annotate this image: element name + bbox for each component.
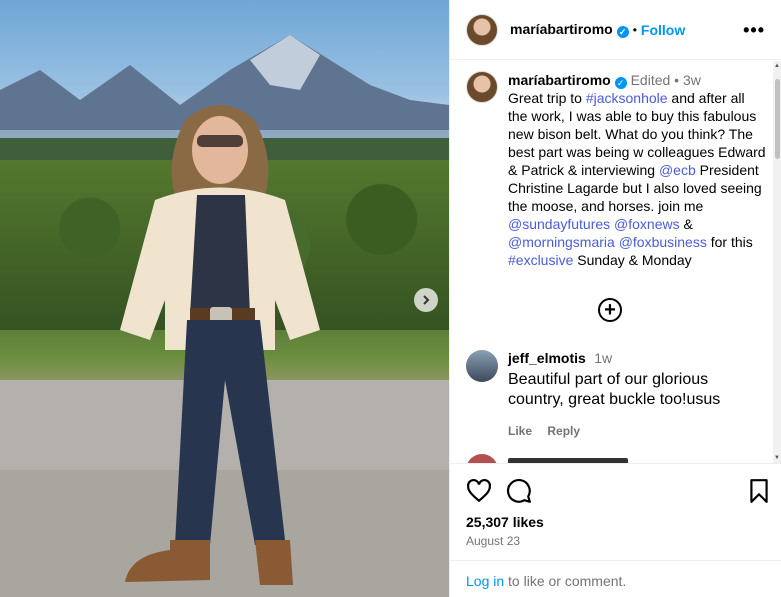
- caption-text: maríabartiromo ✓ Edited • 3w Great trip t…: [508, 71, 766, 269]
- chevron-right-icon: [423, 295, 430, 305]
- time-separator: •: [670, 72, 683, 88]
- add-icon[interactable]: +: [598, 298, 622, 322]
- comments-scrollbar[interactable]: ▲ ▼: [773, 61, 781, 463]
- hashtag-jacksonhole[interactable]: #jacksonhole: [586, 90, 668, 106]
- mention-foxbusiness[interactable]: @foxbusiness: [619, 234, 707, 250]
- author-avatar[interactable]: [466, 13, 498, 46]
- post-date[interactable]: August 23: [466, 534, 520, 548]
- action-icons: [466, 478, 768, 504]
- commenter-username[interactable]: jeff_elmotis: [508, 350, 586, 366]
- author-username-text[interactable]: maríabartiromo: [510, 21, 613, 37]
- likes-count[interactable]: 25,307 likes: [466, 514, 544, 530]
- next-commenter-avatar[interactable]: [466, 454, 498, 463]
- comment-reply-button[interactable]: Reply: [547, 424, 580, 438]
- comment-actions: Like Reply: [508, 424, 766, 438]
- post-header: maríabartiromo ✓ • Follow •••: [450, 0, 781, 60]
- caption-time[interactable]: 3w: [683, 72, 701, 88]
- separator-dot: •: [632, 22, 637, 37]
- mention-sundayfutures[interactable]: @sundayfutures: [508, 216, 610, 232]
- caption-avatar[interactable]: [466, 71, 498, 103]
- person-figure: [120, 105, 320, 585]
- mention-morningsmaria[interactable]: @morningsmaria: [508, 234, 615, 250]
- comment-body: jeff_elmotis 1w Beautiful part of our gl…: [508, 350, 766, 438]
- mention-foxnews[interactable]: @foxnews: [614, 216, 680, 232]
- edited-label: Edited: [630, 72, 671, 88]
- commenter-avatar[interactable]: [466, 350, 498, 382]
- verified-icon: ✓: [616, 26, 629, 38]
- hashtag-exclusive[interactable]: #exclusive: [508, 252, 573, 268]
- bookmark-icon[interactable]: [746, 478, 772, 504]
- verified-icon: ✓: [614, 77, 627, 89]
- author-username[interactable]: maríabartiromo ✓: [510, 21, 629, 38]
- comment-text: Beautiful part of our glorious country, …: [508, 371, 721, 408]
- login-link[interactable]: Log in: [466, 573, 504, 589]
- caption-text-5: for this: [706, 234, 753, 250]
- scroll-up-arrow[interactable]: ▲: [774, 63, 780, 69]
- login-prompt-text: to like or comment.: [504, 573, 627, 589]
- more-icon[interactable]: •••: [743, 20, 765, 41]
- post-actions: 25,307 likes August 23 Log in to like or…: [450, 463, 781, 597]
- comments-area: maríabartiromo ✓ Edited • 3w Great trip t…: [450, 61, 781, 463]
- comment-time[interactable]: 1w: [594, 350, 612, 366]
- scroll-thumb[interactable]: [775, 79, 780, 159]
- caption-text-1: Great trip to: [508, 90, 586, 106]
- post-photo: [0, 0, 449, 597]
- scroll-down-arrow[interactable]: ▼: [774, 455, 780, 461]
- next-photo-button[interactable]: [414, 288, 438, 312]
- caption-text-6: Sunday & Monday: [573, 252, 692, 268]
- post-side-panel: maríabartiromo ✓ • Follow ••• maríabartir…: [449, 0, 781, 597]
- login-prompt: Log in to like or comment.: [450, 560, 781, 597]
- comment-icon[interactable]: [506, 478, 532, 504]
- comment-like-button[interactable]: Like: [508, 424, 532, 438]
- caption-text-4: &: [679, 216, 693, 232]
- comment-item: jeff_elmotis 1w Beautiful part of our gl…: [466, 350, 766, 438]
- follow-button[interactable]: Follow: [641, 22, 685, 38]
- heart-icon[interactable]: [466, 478, 492, 504]
- caption-username[interactable]: maríabartiromo: [508, 72, 611, 88]
- mention-ecb[interactable]: @ecb: [659, 162, 696, 178]
- caption: maríabartiromo ✓ Edited • 3w Great trip t…: [466, 71, 766, 269]
